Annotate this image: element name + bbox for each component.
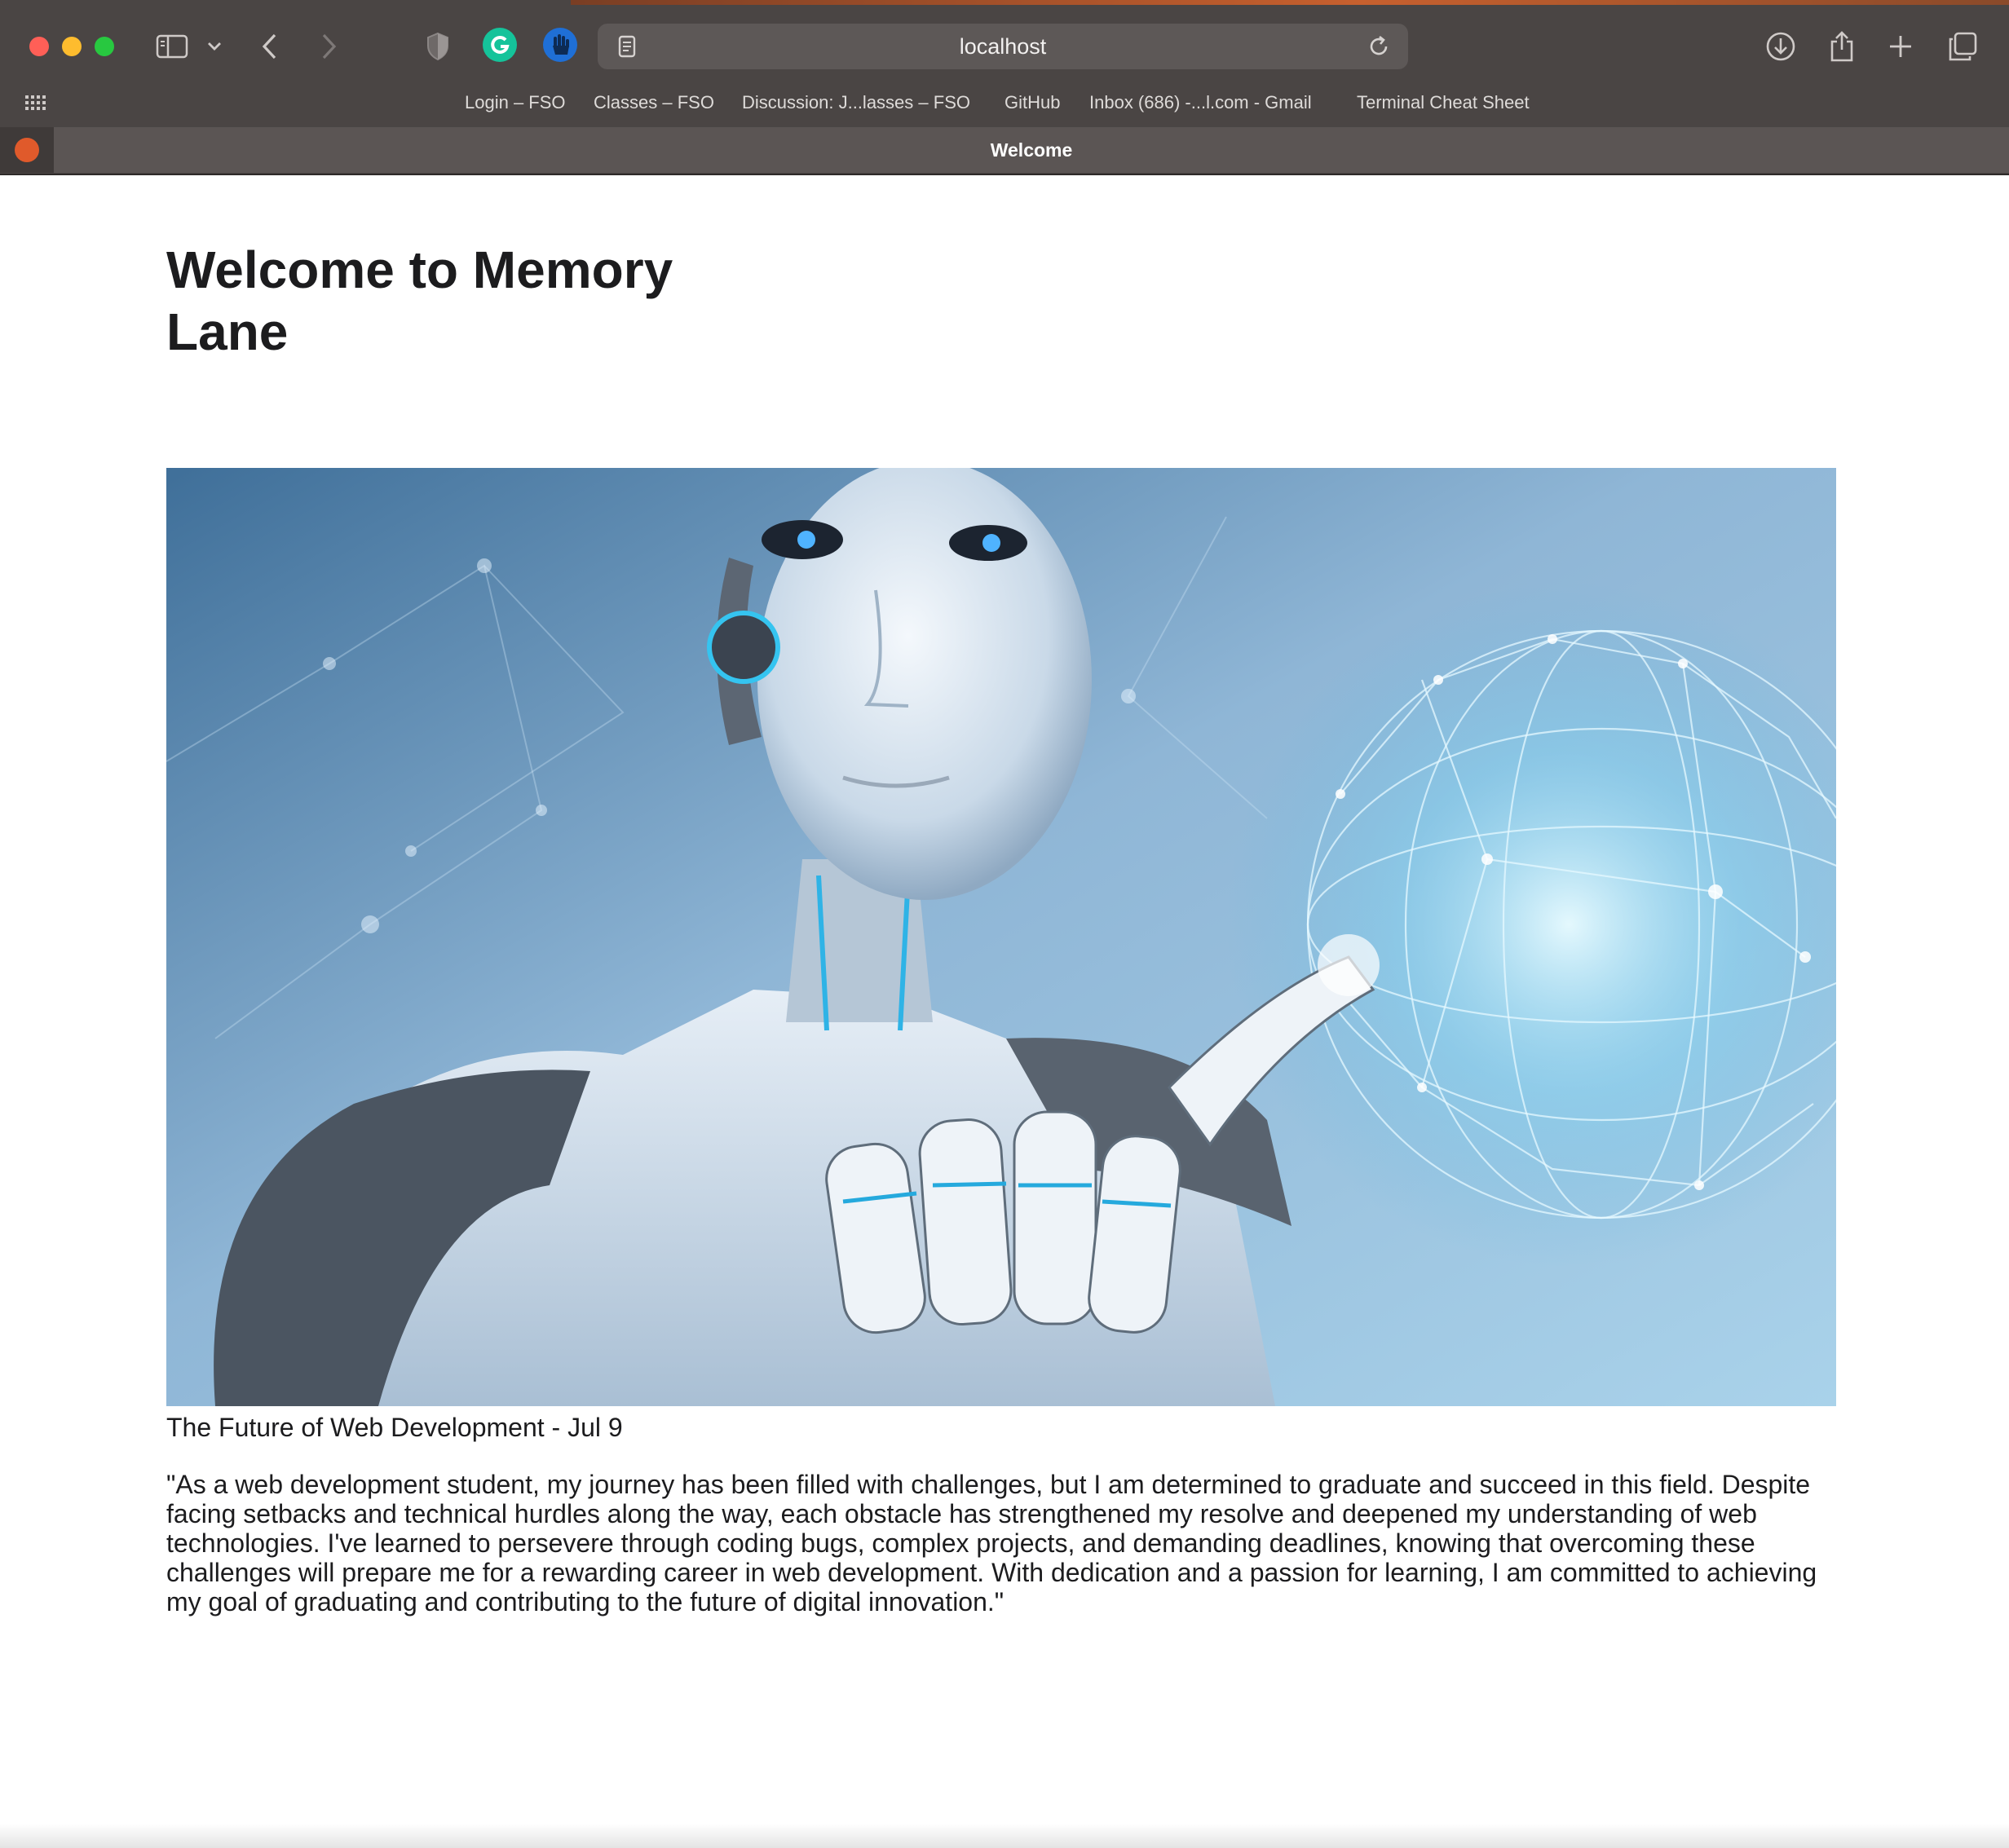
forward-arrow-icon[interactable] (308, 26, 349, 67)
tab-welcome[interactable]: Welcome (54, 127, 2009, 173)
bookmark-login-fso[interactable]: Login – FSO (465, 85, 566, 121)
page-bottom-edge (0, 1824, 2009, 1848)
pinned-tab-favicon-icon (15, 138, 39, 162)
shield-icon[interactable] (417, 26, 458, 67)
loading-accent-strip (571, 0, 2009, 5)
bookmarks-bar: Login – FSO Classes – FSO Discussion: J.… (0, 85, 2009, 121)
hero-image (166, 468, 1836, 1406)
share-icon[interactable] (1821, 26, 1862, 67)
sidebar-icon[interactable] (152, 26, 192, 67)
bookmark-terminal-cheat-sheet[interactable]: Terminal Cheat Sheet (1357, 85, 1530, 121)
grid-icon[interactable] (15, 82, 55, 123)
pinned-tab[interactable] (0, 127, 54, 173)
window-maximize-button[interactable] (95, 37, 114, 56)
hand-stop-icon[interactable] (543, 28, 577, 62)
address-bar[interactable]: localhost (598, 24, 1408, 69)
page-title: Welcome to Memory Lane (166, 240, 673, 361)
quote-text: "As a web development student, my journe… (166, 1470, 1817, 1616)
bookmark-gmail-inbox[interactable]: Inbox (686) -...l.com - Gmail (1089, 85, 1312, 121)
tabs-overview-icon[interactable] (1942, 26, 1983, 67)
page-content: Welcome to Memory Lane The Future of Web… (0, 175, 2009, 1848)
window-minimize-button[interactable] (62, 37, 82, 56)
bookmark-github[interactable]: GitHub (1004, 85, 1060, 121)
url-text[interactable]: localhost (598, 24, 1408, 69)
window-close-button[interactable] (29, 37, 49, 56)
bookmark-classes-fso[interactable]: Classes – FSO (594, 85, 714, 121)
download-icon[interactable] (1760, 26, 1801, 67)
plus-icon[interactable] (1880, 26, 1921, 67)
browser-chrome: localhost Login – FSO Classes – FSO Disc… (0, 0, 2009, 175)
reload-icon[interactable] (1361, 29, 1397, 64)
bookmark-discussion-fso[interactable]: Discussion: J...lasses – FSO (742, 85, 970, 121)
grammarly-icon[interactable] (483, 28, 517, 62)
tab-bar: Welcome (0, 127, 2009, 173)
chevron-down-icon[interactable] (196, 26, 233, 67)
image-caption: The Future of Web Development - Jul 9 (166, 1413, 623, 1442)
back-arrow-icon[interactable] (249, 26, 290, 67)
